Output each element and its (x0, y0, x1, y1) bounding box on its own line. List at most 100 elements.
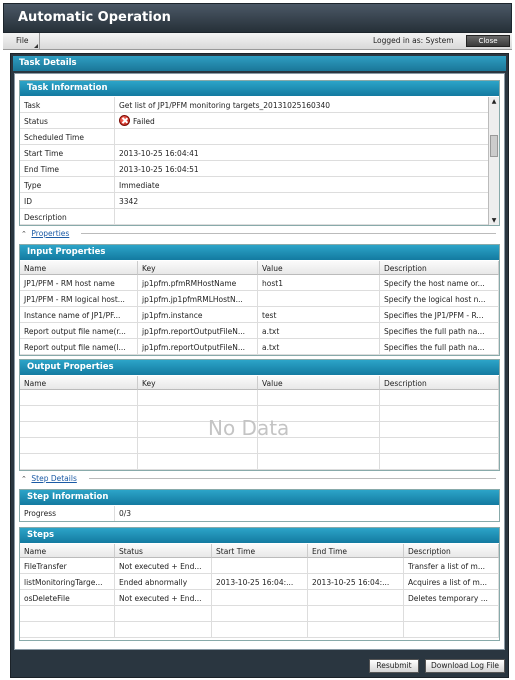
table-cell[interactable]: Specify the logical host n... (380, 291, 499, 307)
chevron-up-icon: ⌃ (21, 230, 27, 238)
empty-cell (20, 622, 115, 638)
file-menu[interactable]: File (6, 33, 40, 49)
resubmit-button[interactable]: Resubmit (369, 659, 419, 673)
task-row-task: Task Get list of JP1/PFM monitoring targ… (20, 97, 488, 113)
col-header-description[interactable]: Description (404, 544, 499, 558)
step-cell[interactable]: Transfer a list of m... (404, 558, 499, 574)
task-row-description: Description (20, 209, 488, 225)
empty-cell (380, 422, 499, 438)
col-header-name[interactable]: Name (20, 261, 138, 275)
step-details-expander[interactable]: ⌃ Step Details (21, 474, 496, 483)
download-log-file-button[interactable]: Download Log File (425, 659, 505, 673)
task-row-end-time: End Time 2013-10-25 16:04:51 (20, 161, 488, 177)
type-key: Type (24, 181, 42, 190)
task-information-header: Task Information (20, 81, 499, 96)
empty-cell (138, 390, 258, 406)
step-details-link[interactable]: Step Details (31, 474, 76, 483)
table-cell[interactable]: JP1/PFM - RM host name (20, 275, 138, 291)
empty-cell (138, 438, 258, 454)
id-value: 3342 (119, 197, 139, 206)
table-cell[interactable]: jp1pfm.reportOutputFileN... (138, 323, 258, 339)
divider (89, 478, 496, 479)
table-cell[interactable]: Specify the host name or... (380, 275, 499, 291)
table-cell[interactable]: jp1pfm.instance (138, 307, 258, 323)
logged-in-label: Logged in as: System (373, 36, 454, 45)
type-value: Immediate (119, 181, 160, 190)
step-cell[interactable]: Ended abnormally (115, 574, 212, 590)
col-header-end-time[interactable]: End Time (308, 544, 404, 558)
col-header-name[interactable]: Name (20, 376, 138, 390)
step-information-panel: Step Information Progress 0/3 (19, 489, 500, 522)
output-properties-table: Name Key Value Description No Data (20, 376, 499, 470)
dialog-body: Task Information Task Get list of JP1/PF… (14, 73, 505, 650)
table-cell[interactable]: Report output file name(l... (20, 339, 138, 355)
step-cell[interactable]: 2013-10-25 16:04:... (308, 574, 404, 590)
close-button[interactable]: Close (466, 35, 510, 47)
table-cell[interactable]: Report output file name(r... (20, 323, 138, 339)
output-properties-header: Output Properties (20, 360, 499, 375)
table-cell[interactable]: host1 (258, 275, 380, 291)
step-cell[interactable] (212, 558, 308, 574)
table-cell[interactable]: Specifies the full path na... (380, 323, 499, 339)
empty-cell (308, 622, 404, 638)
step-cell[interactable]: FileTransfer (20, 558, 115, 574)
empty-cell (20, 422, 138, 438)
col-header-value[interactable]: Value (258, 261, 380, 275)
scroll-up-icon[interactable]: ▲ (489, 97, 499, 106)
no-data-label: No Data (208, 416, 290, 440)
step-cell[interactable]: Not executed + End... (115, 558, 212, 574)
col-header-value[interactable]: Value (258, 376, 380, 390)
failed-x-icon (119, 115, 130, 126)
step-cell[interactable] (308, 558, 404, 574)
step-cell[interactable]: Acquires a list of m... (404, 574, 499, 590)
empty-cell (308, 606, 404, 622)
progress-label: Progress (24, 509, 57, 518)
col-header-name[interactable]: Name (20, 544, 115, 558)
empty-cell (20, 606, 115, 622)
properties-expander[interactable]: ⌃ Properties (21, 229, 496, 238)
empty-cell (380, 406, 499, 422)
step-cell[interactable]: listMonitoringTarge... (20, 574, 115, 590)
table-cell[interactable]: test (258, 307, 380, 323)
scroll-thumb[interactable] (490, 135, 498, 157)
empty-cell (380, 454, 499, 470)
step-cell[interactable]: osDeleteFile (20, 590, 115, 606)
divider (81, 233, 496, 234)
table-cell[interactable]: jp1pfm.jp1pfmRMLHostN... (138, 291, 258, 307)
input-properties-header: Input Properties (20, 245, 499, 260)
empty-cell (115, 622, 212, 638)
step-cell[interactable] (212, 590, 308, 606)
step-cell[interactable]: Deletes temporary ... (404, 590, 499, 606)
col-header-key[interactable]: Key (138, 261, 258, 275)
dialog-header: Task Details (13, 56, 506, 71)
scroll-down-icon[interactable]: ▼ (489, 216, 499, 225)
step-cell[interactable]: 2013-10-25 16:04:... (212, 574, 308, 590)
properties-link[interactable]: Properties (31, 229, 69, 238)
input-properties-table: Name Key Value Description JP1/PFM - RM … (20, 261, 499, 355)
empty-cell (20, 454, 138, 470)
table-cell[interactable]: Specifies the full path na... (380, 339, 499, 355)
col-header-status[interactable]: Status (115, 544, 212, 558)
table-cell[interactable]: JP1/PFM - RM logical host... (20, 291, 138, 307)
col-header-start-time[interactable]: Start Time (212, 544, 308, 558)
task-information-scrollbar[interactable]: ▲ ▼ (488, 97, 499, 225)
empty-cell (138, 454, 258, 470)
task-row-scheduled-time: Scheduled Time (20, 129, 488, 145)
step-cell[interactable] (308, 590, 404, 606)
table-cell[interactable]: a.txt (258, 323, 380, 339)
table-cell[interactable]: jp1pfm.reportOutputFileN... (138, 339, 258, 355)
table-cell[interactable]: jp1pfm.pfmRMHostName (138, 275, 258, 291)
task-row-id: ID 3342 (20, 193, 488, 209)
status-key: Status (24, 117, 48, 126)
col-header-description[interactable]: Description (380, 261, 499, 275)
table-cell[interactable]: a.txt (258, 339, 380, 355)
col-header-description[interactable]: Description (380, 376, 499, 390)
col-header-key[interactable]: Key (138, 376, 258, 390)
empty-cell (20, 438, 138, 454)
table-cell[interactable]: Instance name of JP1/PF... (20, 307, 138, 323)
empty-cell (404, 606, 499, 622)
table-cell[interactable]: Specifies the JP1/PFM - R... (380, 307, 499, 323)
step-cell[interactable]: Not executed + End... (115, 590, 212, 606)
task-row-type: Type Immediate (20, 177, 488, 193)
table-cell[interactable] (258, 291, 380, 307)
